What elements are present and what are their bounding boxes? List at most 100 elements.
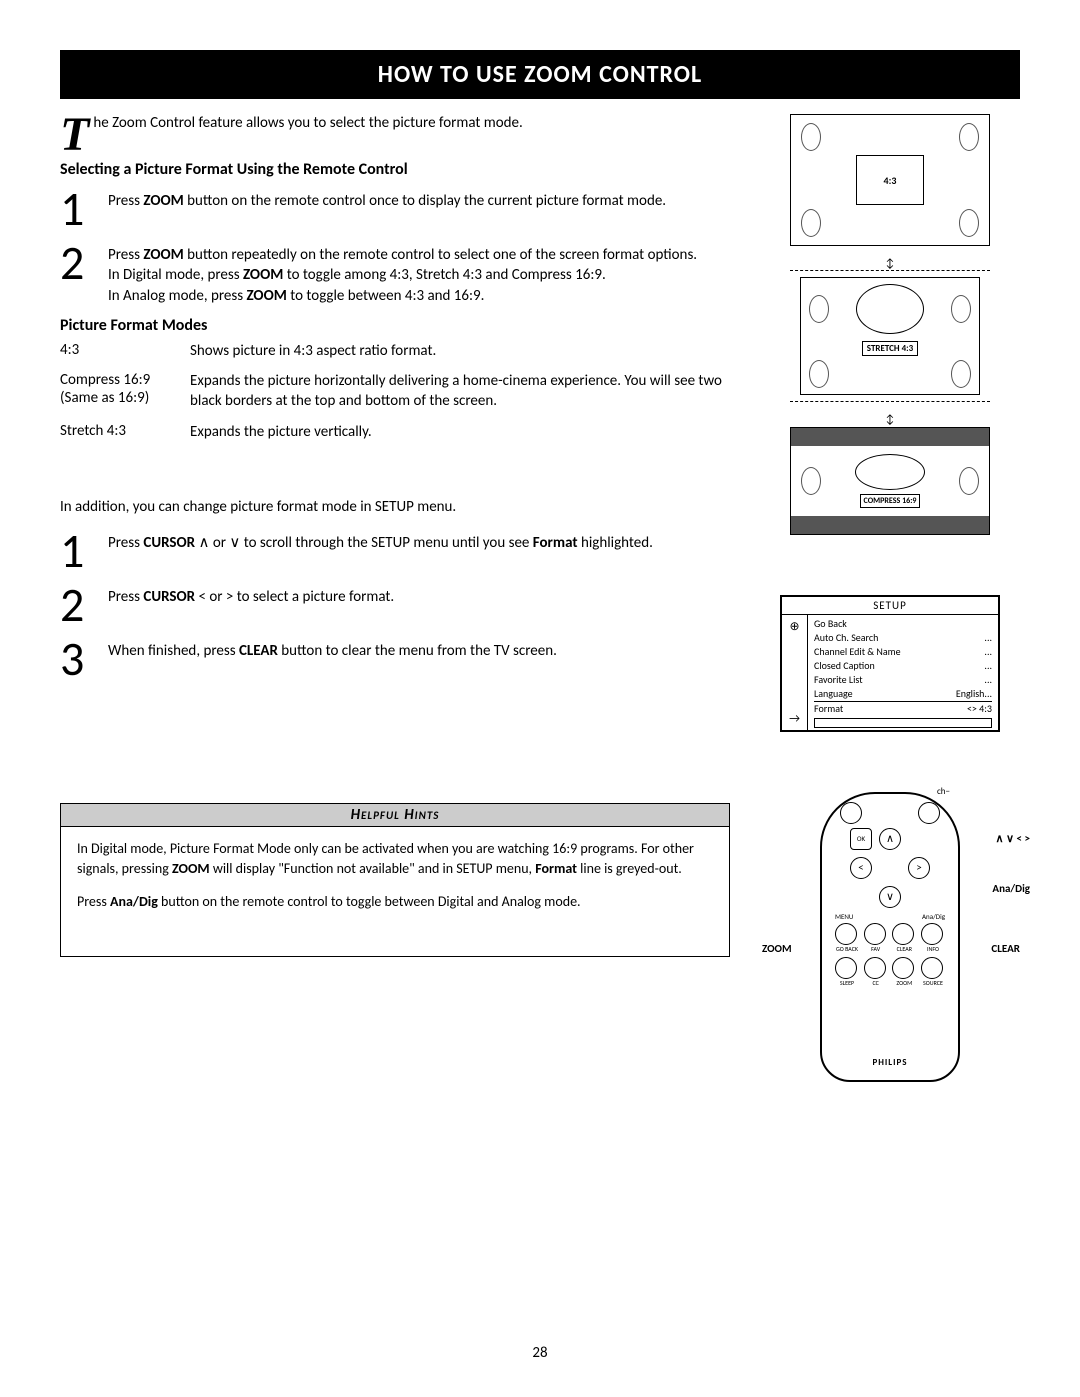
left-column: T he Zoom Control feature allows you to … (60, 114, 730, 1082)
remote-button (840, 802, 862, 824)
callout-clear: CLEAR (991, 942, 1020, 955)
letterbox-bar (791, 428, 989, 446)
hints-heading: Helpful Hints (61, 804, 729, 827)
ratio-43-label: 4:3 (884, 174, 897, 187)
hint-2: Press Ana/Dig button on the remote contr… (77, 892, 713, 912)
right-column: 4:3 ↕ STRETCH 4:3 ↕ (760, 114, 1020, 1082)
menu-label: MENU (835, 912, 853, 921)
cc-button (864, 957, 886, 979)
screen-43: 4:3 (856, 155, 924, 205)
addition-paragraph: In addition, you can change picture form… (60, 497, 730, 517)
setup-item: Closed Caption... (814, 659, 992, 673)
mode-row: Compress 16:9 (Same as 16:9) Expands the… (60, 371, 730, 412)
d-pad: ∧ < OK > ∨ (850, 828, 930, 908)
setup-item: Auto Ch. Search... (814, 631, 992, 645)
step-2: 2 Press ZOOM button repeatedly on the re… (60, 239, 730, 306)
letterbox-bar (791, 516, 989, 534)
cursor-right-button: > (908, 857, 930, 879)
speaker-icon (959, 209, 979, 237)
intro-text: he Zoom Control feature allows you to se… (93, 114, 522, 132)
cursor-up-button: ∧ (879, 828, 901, 850)
step-b3-text: When finished, press CLEAR button to cle… (108, 635, 557, 661)
philips-brand: PHILIPS (872, 1057, 907, 1068)
screen-ellipse (856, 284, 924, 334)
mode-row: 4:3 Shows picture in 4:3 aspect ratio fo… (60, 341, 730, 361)
step-b1-text: Press CURSOR ∧ or ∨ to scroll through th… (108, 527, 653, 553)
remote-button (918, 802, 940, 824)
page-title-bar: HOW TO USE ZOOM CONTROL (60, 50, 1020, 99)
setup-item: LanguageEnglish... (814, 687, 992, 701)
ok-button: OK (850, 828, 872, 850)
section-modes: Picture Format Modes (60, 316, 730, 335)
modes-table: 4:3 Shows picture in 4:3 aspect ratio fo… (60, 341, 730, 442)
compress-169-label: COMPRESS 16:9 (860, 494, 921, 508)
mode-label: Stretch 4:3 (60, 422, 180, 442)
diagram-compress: COMPRESS 16:9 (790, 427, 990, 535)
speaker-icon (801, 209, 821, 237)
button-row-3: SLEEP CC ZOOM SOURCE (835, 957, 945, 987)
section-select-format: Selecting a Picture Format Using the Rem… (60, 160, 730, 179)
diagram-43-tv: 4:3 (790, 114, 990, 246)
anadig-label: Ana/Dig (922, 912, 945, 921)
sleep-button (835, 957, 857, 979)
step-2-text: Press ZOOM button repeatedly on the remo… (108, 239, 697, 306)
helpful-hints-box: Helpful Hints In Digital mode, Picture F… (60, 803, 730, 957)
step-b1: 1 Press CURSOR ∧ or ∨ to scroll through … (60, 527, 730, 575)
speaker-icon (809, 360, 829, 388)
cursor-down-button: ∨ (879, 886, 901, 908)
setup-item: Go Back (814, 617, 992, 631)
setup-title: SETUP (782, 597, 998, 615)
setup-item: Channel Edit & Name... (814, 645, 992, 659)
step-number: 1 (60, 527, 96, 575)
mode-label: 4:3 (60, 341, 180, 361)
arrow-right-icon: → (789, 712, 800, 726)
intro-paragraph: T he Zoom Control feature allows you to … (60, 114, 730, 132)
step-b3: 3 When finished, press CLEAR button to c… (60, 635, 730, 683)
cursor-left-button: < (850, 857, 872, 879)
speaker-icon (959, 467, 979, 495)
dropcap: T (60, 114, 93, 154)
arrow-down-icon: ↕ (760, 416, 1020, 424)
speaker-icon (801, 467, 821, 495)
fav-button (864, 923, 886, 945)
step-1: 1 Press ZOOM button on the remote contro… (60, 185, 730, 233)
page: HOW TO USE ZOOM CONTROL T he Zoom Contro… (0, 0, 1080, 1397)
speaker-icon (959, 123, 979, 151)
step-number: 1 (60, 185, 96, 233)
zoom-button (892, 957, 914, 979)
source-button (921, 957, 943, 979)
setup-item-format: Format<> 4:3 (814, 701, 992, 716)
mode-desc: Expands the picture vertically. (190, 422, 730, 442)
setup-item: Favorite List... (814, 673, 992, 687)
step-number: 2 (60, 581, 96, 629)
setup-icon-column: ⊕ → (782, 615, 808, 730)
setup-list: Go Back Auto Ch. Search... Channel Edit … (808, 615, 998, 730)
screen-oval (855, 454, 925, 490)
content-wrapper: T he Zoom Control feature allows you to … (60, 114, 1020, 1082)
callout-arrows: ∧ ∨ < > (995, 832, 1030, 845)
diagram-stretch: ↕ STRETCH 4:3 ↕ (760, 260, 1020, 425)
goback-button (835, 923, 857, 945)
hints-body: In Digital mode, Picture Format Mode onl… (61, 827, 729, 938)
callout-anadig: Ana/Dig (992, 882, 1030, 895)
speaker-icon (951, 295, 971, 323)
step-number: 2 (60, 239, 96, 287)
info-button (921, 923, 943, 945)
mode-row: Stretch 4:3 Expands the picture vertical… (60, 422, 730, 442)
callout-zoom: ZOOM (762, 942, 792, 955)
speaker-icon (809, 295, 829, 323)
setup-empty-row (814, 718, 992, 728)
mode-desc: Expands the picture horizontally deliver… (190, 371, 730, 412)
button-row-2: GO BACK FAV CLEAR INFO (835, 923, 945, 953)
step-b2-text: Press CURSOR < or > to select a picture … (108, 581, 394, 607)
page-number: 28 (0, 1344, 1080, 1362)
mode-label: Compress 16:9 (Same as 16:9) (60, 371, 180, 412)
arrow-up-icon: ↕ (760, 260, 1020, 268)
clear-button (892, 923, 914, 945)
hint-1: In Digital mode, Picture Format Mode onl… (77, 839, 713, 878)
setup-menu-diagram: SETUP ⊕ → Go Back Auto Ch. Search... Cha… (780, 595, 1000, 732)
step-b2: 2 Press CURSOR < or > to select a pictur… (60, 581, 730, 629)
remote-control-diagram: ch− ∧ < OK > ∨ MENU Ana/Di (820, 792, 960, 1082)
speaker-icon (801, 123, 821, 151)
stretch-43-label: STRETCH 4:3 (862, 341, 918, 356)
